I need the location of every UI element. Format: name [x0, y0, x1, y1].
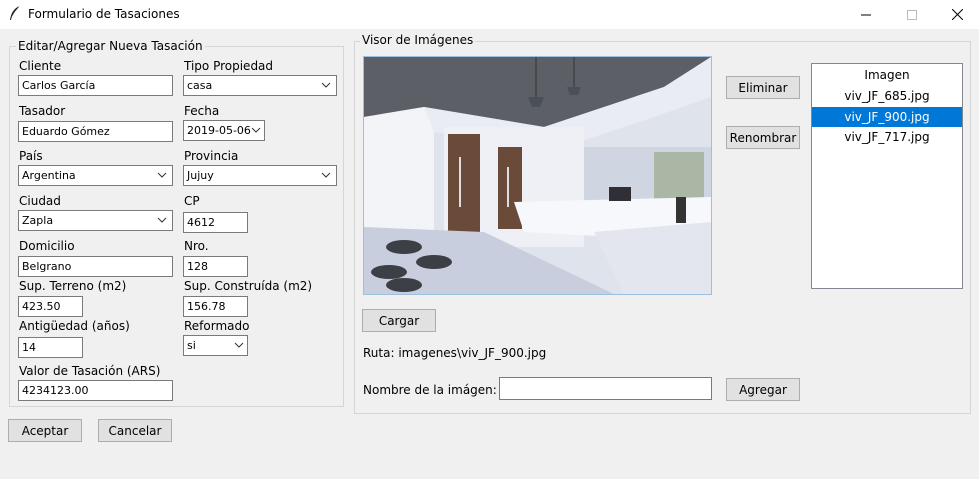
provincia-value: Jujuy — [187, 169, 214, 182]
domicilio-input[interactable]: Belgrano — [18, 256, 173, 277]
tipo-select[interactable]: casa — [183, 75, 337, 96]
cp-label: CP — [184, 194, 200, 208]
cliente-input[interactable]: Carlos García — [18, 75, 173, 96]
chevron-down-icon — [157, 172, 167, 178]
minimize-icon — [861, 14, 871, 15]
valor-label: Valor de Tasación (ARS) — [19, 364, 161, 378]
antiguedad-label: Antigüedad (años) — [19, 319, 130, 333]
nro-label: Nro. — [184, 239, 209, 253]
ciudad-select[interactable]: Zapla — [18, 210, 173, 231]
chevron-down-icon — [321, 82, 331, 88]
window-title: Formulario de Tasaciones — [28, 7, 180, 21]
cp-input[interactable]: 4612 — [183, 212, 248, 233]
aceptar-button[interactable]: Aceptar — [8, 419, 82, 442]
ruta-label: Ruta: imagenes\viv_JF_900.jpg — [363, 346, 547, 360]
tipo-value: casa — [187, 79, 213, 92]
feather-icon — [10, 5, 21, 20]
ciudad-label: Ciudad — [19, 194, 61, 208]
close-button[interactable] — [935, 0, 979, 29]
chevron-down-icon — [321, 172, 331, 178]
provincia-label: Provincia — [184, 149, 239, 163]
nro-input[interactable]: 128 — [183, 256, 248, 277]
pais-value: Argentina — [22, 169, 76, 182]
listbox-header: Imagen — [864, 68, 910, 82]
pais-select[interactable]: Argentina — [18, 165, 173, 186]
viewer-legend: Visor de Imágenes — [360, 33, 476, 47]
antiguedad-input[interactable]: 14 — [18, 337, 83, 358]
sup-terreno-input[interactable]: 423.50 — [18, 296, 83, 317]
fecha-value: 2019-05-06 — [187, 124, 251, 137]
agregar-button[interactable]: Agregar — [726, 378, 800, 401]
pais-label: País — [19, 149, 43, 163]
cliente-label: Cliente — [19, 59, 62, 73]
close-icon — [951, 9, 963, 20]
fecha-label: Fecha — [184, 104, 220, 118]
cargar-button[interactable]: Cargar — [362, 309, 436, 332]
domicilio-label: Domicilio — [19, 239, 75, 253]
fecha-select[interactable]: 2019-05-06 — [183, 120, 265, 141]
list-item-selected[interactable]: viv_JF_900.jpg — [812, 107, 962, 127]
valor-input[interactable]: 4234123.00 — [18, 380, 173, 401]
eliminar-button[interactable]: Eliminar — [726, 76, 800, 99]
form-legend: Editar/Agregar Nueva Tasación — [16, 39, 205, 53]
provincia-select[interactable]: Jujuy — [183, 165, 337, 186]
renombrar-button[interactable]: Renombrar — [726, 126, 800, 149]
chevron-down-icon — [157, 217, 167, 223]
image-listbox[interactable]: Imagen viv_JF_685.jpg viv_JF_900.jpg viv… — [811, 63, 963, 289]
sup-construida-input[interactable]: 156.78 — [183, 296, 248, 317]
nombre-label: Nombre de la imágen: — [363, 383, 497, 397]
list-item[interactable]: viv_JF_685.jpg — [812, 86, 962, 106]
reformado-label: Reformado — [184, 319, 250, 333]
ciudad-value: Zapla — [22, 214, 54, 227]
minimize-button[interactable] — [843, 0, 889, 29]
chevron-down-icon — [234, 342, 244, 348]
reformado-select[interactable]: si — [183, 335, 248, 356]
tipo-label: Tipo Propiedad — [184, 59, 274, 73]
chevron-down-icon — [251, 127, 261, 133]
reformado-value: si — [187, 339, 196, 352]
sup-terreno-label: Sup. Terreno (m2) — [19, 279, 127, 293]
kitchen-photo — [364, 57, 711, 294]
tasador-label: Tasador — [19, 104, 66, 118]
sup-construida-label: Sup. Construída (m2) — [184, 279, 313, 293]
list-item[interactable]: viv_JF_717.jpg — [812, 127, 962, 147]
maximize-icon — [907, 9, 917, 20]
cancelar-button[interactable]: Cancelar — [98, 419, 172, 442]
maximize-button[interactable] — [889, 0, 935, 29]
nombre-input[interactable] — [499, 377, 712, 400]
tasador-input[interactable]: Eduardo Gómez — [18, 121, 173, 142]
image-preview — [363, 56, 712, 295]
